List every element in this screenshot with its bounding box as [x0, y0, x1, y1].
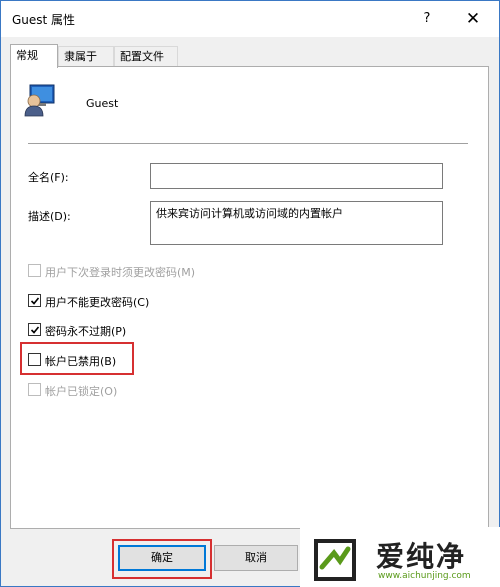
password-never-expires-option: 密码永不过期(P)	[28, 322, 158, 338]
account-locked-checkbox[interactable]	[28, 383, 41, 396]
full-name-field[interactable]	[150, 163, 443, 189]
account-disabled-option: 帐户已禁用(B)	[28, 352, 138, 368]
cancel-button[interactable]: 取消	[214, 545, 298, 571]
account-disabled-label: 帐户已禁用(B)	[45, 355, 117, 368]
cannot-change-password-checkbox[interactable]	[28, 294, 41, 307]
account-locked-label: 帐户已锁定(O)	[45, 385, 118, 398]
watermark-logo-icon	[314, 539, 356, 581]
checkmark-icon	[30, 326, 40, 334]
account-locked-option: 帐户已锁定(O)	[28, 382, 138, 398]
watermark-url: www.aichunjing.com	[378, 571, 471, 581]
title-bar: Guest 属性 ? ✕	[1, 1, 499, 37]
close-button[interactable]: ✕	[451, 1, 495, 37]
password-never-expires-checkbox[interactable]	[28, 323, 41, 336]
window-title: Guest 属性	[12, 13, 76, 27]
user-account-icon	[24, 84, 55, 117]
must-change-password-checkbox[interactable]	[28, 264, 41, 277]
cannot-change-password-option: 用户不能更改密码(C)	[28, 293, 178, 309]
full-name-label: 全名(F):	[28, 171, 69, 184]
user-name: Guest	[86, 97, 119, 110]
watermark: 爱纯净 www.aichunjing.com	[300, 527, 500, 587]
account-disabled-checkbox[interactable]	[28, 353, 41, 366]
separator	[28, 143, 468, 144]
ok-button[interactable]: 确定	[118, 545, 206, 571]
tab-member-of[interactable]: 隶属于	[58, 46, 114, 66]
tab-profile[interactable]: 配置文件	[114, 46, 178, 66]
description-field[interactable]: 供来宾访问计算机或访问域的内置帐户	[150, 201, 443, 245]
description-label: 描述(D):	[28, 210, 71, 223]
help-button[interactable]: ?	[405, 1, 449, 37]
cannot-change-password-label: 用户不能更改密码(C)	[45, 296, 150, 309]
watermark-text: 爱纯净	[376, 540, 467, 573]
tab-general[interactable]: 常规	[10, 44, 58, 68]
password-never-expires-label: 密码永不过期(P)	[45, 325, 127, 338]
checkmark-icon	[30, 297, 40, 305]
must-change-password-label: 用户下次登录时须更改密码(M)	[45, 266, 196, 279]
must-change-password-option: 用户下次登录时须更改密码(M)	[28, 263, 228, 279]
